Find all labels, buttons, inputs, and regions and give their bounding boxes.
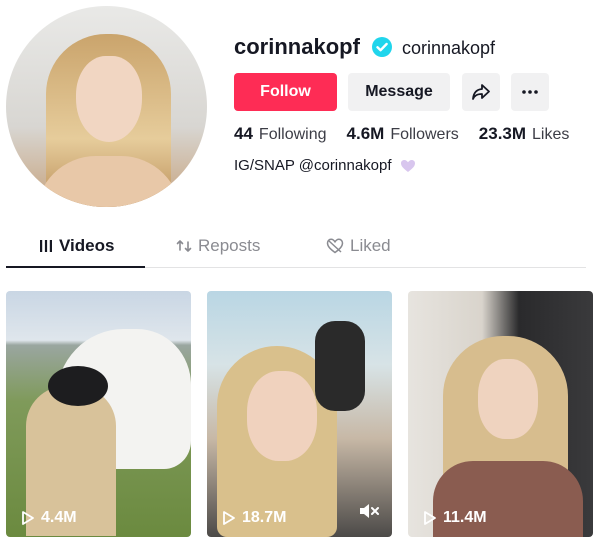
stat-value: 23.3M [478,124,527,143]
stat-label: Followers [390,126,459,143]
active-tab-indicator [6,266,145,268]
profile-stats: 44 Following 4.6M Followers 23.3M Likes [234,124,569,144]
grid-icon [40,240,52,252]
tab-liked[interactable]: Liked [326,236,391,256]
profile-nickname: corinnakopf [402,38,496,58]
message-button[interactable]: Message [348,73,450,111]
stat-label: Following [258,126,327,143]
verified-badge-icon [372,37,392,57]
stat-likes: 23.3M Likes [479,124,570,144]
repost-icon [176,240,192,252]
stat-value: 44 [234,124,253,143]
video-card[interactable]: 4.4M [6,291,191,537]
tab-reposts[interactable]: Reposts [176,236,260,256]
stat-following[interactable]: 44 Following [234,124,327,144]
muted-speaker-icon[interactable] [358,502,380,525]
stat-followers[interactable]: 4.6M Followers [347,124,459,144]
video-thumbnail-face [247,371,317,461]
stat-label: Likes [532,126,570,143]
play-icon [424,511,436,525]
video-views: 11.4M [423,509,487,527]
profile-username: corinnakopf [234,34,360,59]
play-icon [22,511,34,525]
video-views: 4.4M [21,509,77,527]
video-thumbnail-cap [48,366,108,406]
heart-outline-icon [326,238,344,254]
follow-button[interactable]: Follow [234,73,337,111]
purple-heart-icon [400,159,415,172]
share-button[interactable] [462,73,500,111]
video-card[interactable]: 18.7M [207,291,392,537]
video-views: 18.7M [222,509,286,527]
video-card[interactable]: 11.4M [408,291,593,537]
bio-text: IG/SNAP @corinnakopf [234,157,392,174]
video-thumbnail-face [478,359,538,439]
tab-videos[interactable]: Videos [39,236,114,256]
video-thumbnail-background-person [315,321,365,411]
play-icon [223,511,235,525]
view-count: 18.7M [242,509,287,526]
tab-label: Reposts [198,236,261,255]
view-count: 11.4M [443,509,487,526]
profile-tabs: Videos Reposts Liked [6,228,586,268]
share-arrow-icon [472,84,490,100]
profile-bio: IG/SNAP @corinnakopf [234,157,416,174]
view-count: 4.4M [41,509,77,526]
more-options-button[interactable] [511,73,549,111]
profile-avatar[interactable] [6,6,207,207]
stat-value: 4.6M [346,124,385,143]
tab-label: Videos [59,236,115,255]
tab-label: Liked [350,236,391,255]
avatar-face [76,56,142,142]
more-dots-icon [522,90,538,94]
